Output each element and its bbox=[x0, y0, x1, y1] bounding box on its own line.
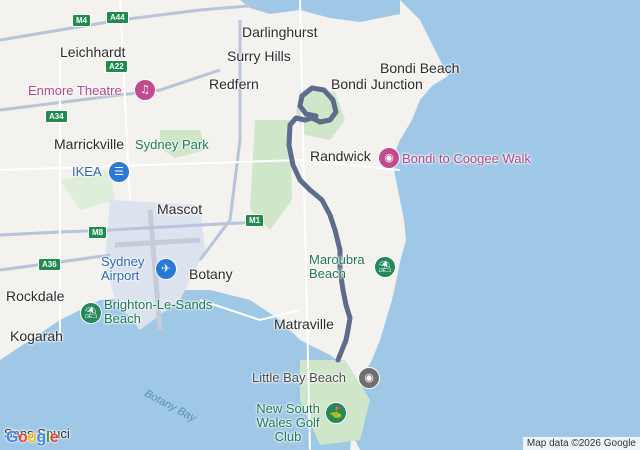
place-icon[interactable]: ◉ bbox=[378, 147, 400, 169]
golf-icon[interactable]: ⛳ bbox=[325, 402, 347, 424]
route-shield: A36 bbox=[38, 258, 61, 271]
poi-sydney-airport-label[interactable]: Sydney Airport bbox=[101, 255, 163, 283]
label-bondi-junction: Bondi Junction bbox=[331, 76, 423, 92]
poi-enmore-theatre-label[interactable]: Enmore Theatre bbox=[28, 83, 122, 98]
label-bondi-beach: Bondi Beach bbox=[380, 60, 460, 76]
beach-icon[interactable]: ⛱ bbox=[80, 302, 102, 324]
label-randwick: Randwick bbox=[310, 148, 371, 164]
highway bbox=[0, 3, 261, 42]
label-darlinghurst: Darlinghurst bbox=[242, 24, 318, 40]
airport-icon[interactable]: ✈ bbox=[155, 258, 177, 280]
poi-brighton-label[interactable]: Brighton-Le-Sands Beach bbox=[104, 298, 214, 326]
label-rockdale: Rockdale bbox=[6, 288, 65, 304]
poi-maroubra-label[interactable]: Maroubra Beach bbox=[309, 253, 373, 281]
route-shield: A44 bbox=[106, 11, 129, 24]
label-matraville: Matraville bbox=[274, 316, 334, 332]
place-icon[interactable]: ◉ bbox=[358, 367, 380, 389]
map-view[interactable]: M4 A44 A22 A34 M8 A36 M1 Darlinghurst Le… bbox=[0, 0, 640, 450]
poi-ikea-label[interactable]: IKEA bbox=[72, 164, 102, 179]
poi-little-bay-label[interactable]: Little Bay Beach bbox=[252, 370, 346, 385]
beach-icon[interactable]: ⛱ bbox=[374, 256, 396, 278]
route-shield: M1 bbox=[245, 214, 265, 227]
harbour bbox=[240, 0, 400, 22]
route-shield: M4 bbox=[72, 14, 92, 27]
label-marrickville: Marrickville bbox=[54, 136, 124, 152]
map-attribution[interactable]: Map data ©2026 Google bbox=[522, 437, 640, 450]
theatre-icon[interactable]: ♫ bbox=[134, 79, 156, 101]
label-redfern: Redfern bbox=[209, 76, 259, 92]
route-shield: A34 bbox=[45, 110, 68, 123]
label-surry-hills: Surry Hills bbox=[227, 48, 291, 64]
poi-nsw-golf-label[interactable]: New South Wales Golf Club bbox=[252, 402, 324, 444]
route-shield: A22 bbox=[105, 60, 128, 73]
google-logo[interactable]: Google bbox=[6, 429, 59, 447]
label-leichhardt: Leichhardt bbox=[60, 44, 126, 60]
label-botany: Botany bbox=[189, 266, 233, 282]
label-kogarah: Kogarah bbox=[10, 328, 63, 344]
shopping-icon[interactable]: ☰ bbox=[108, 161, 130, 183]
route-shield: M8 bbox=[88, 226, 108, 239]
label-mascot: Mascot bbox=[157, 201, 203, 217]
poi-bondi-coogee-label[interactable]: Bondi to Coogee Walk bbox=[402, 151, 531, 166]
poi-sydney-park-label[interactable]: Sydney Park bbox=[135, 137, 209, 152]
